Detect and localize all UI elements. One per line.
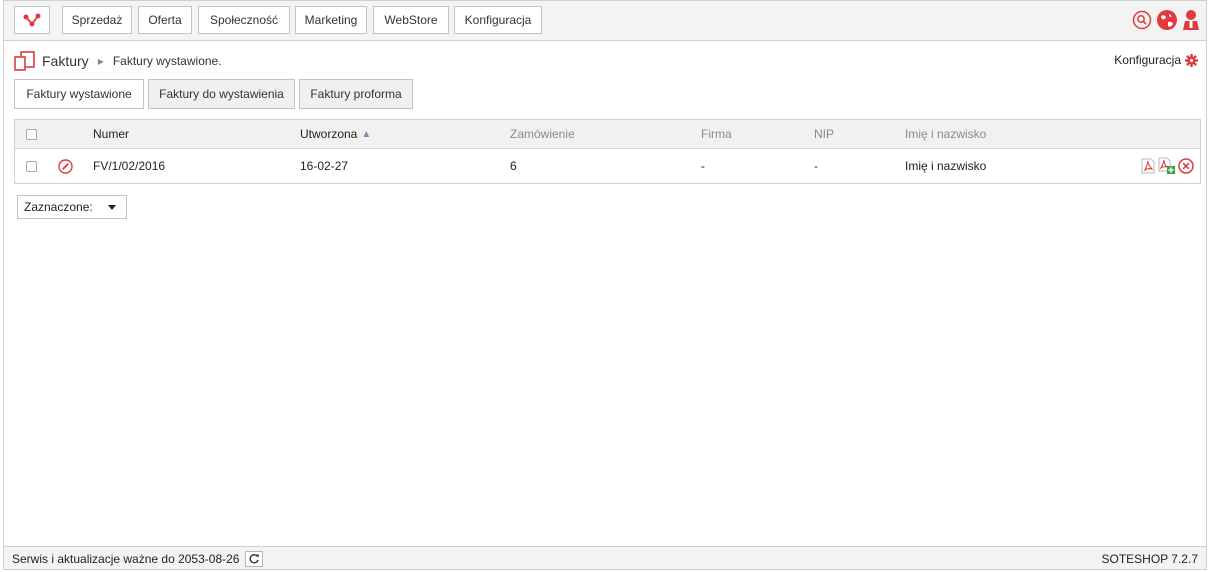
table-header: Numer Utworzona ▲ Zamówienie Firma NIP I…: [15, 120, 1200, 149]
logo-icon: [23, 13, 41, 27]
nav-icon-group: [1132, 9, 1200, 31]
column-header-utworzona-label: Utworzona: [300, 127, 358, 141]
column-header-imie-nazwisko: Imię i nazwisko: [905, 127, 987, 141]
nav-spolecznosc[interactable]: Społeczność: [198, 6, 290, 34]
app-frame: Sprzedaż Oferta Społeczność Marketing We…: [3, 0, 1207, 570]
breadcrumb-title[interactable]: Faktury: [42, 53, 89, 69]
nav-oferta[interactable]: Oferta: [138, 6, 192, 34]
breadcrumb-current: Faktury wystawione.: [112, 54, 222, 68]
nav-webstore[interactable]: WebStore: [373, 6, 449, 34]
column-header-utworzona[interactable]: Utworzona ▲: [300, 120, 371, 148]
invoices-table: Numer Utworzona ▲ Zamówienie Firma NIP I…: [14, 119, 1201, 184]
cell-utworzona: 16-02-27: [300, 159, 349, 173]
cell-numer[interactable]: FV/1/02/2016: [93, 149, 165, 183]
cell-imie-nazwisko: Imię i nazwisko: [905, 159, 987, 173]
nav-konfiguracja[interactable]: Konfiguracja: [454, 6, 542, 34]
tab-faktury-wystawione[interactable]: Faktury wystawione: [14, 79, 144, 109]
breadcrumb-arrow-icon: ▶: [97, 56, 104, 66]
status-bar: Serwis i aktualizacje ważne do 2053-08-2…: [4, 546, 1206, 569]
pdf-icon[interactable]: [1141, 158, 1155, 174]
column-header-nip: NIP: [814, 127, 835, 141]
column-header-zamowienie: Zamówienie: [510, 127, 575, 141]
row-checkbox[interactable]: [26, 160, 37, 172]
config-link-label: Konfiguracja: [1114, 53, 1181, 67]
user-icon[interactable]: [1182, 9, 1200, 31]
select-all-checkbox[interactable]: [26, 128, 37, 140]
cell-nip: -: [814, 159, 818, 173]
service-info: Serwis i aktualizacje ważne do 2053-08-2…: [12, 551, 264, 567]
search-icon[interactable]: [1132, 10, 1152, 30]
edit-icon[interactable]: [58, 158, 73, 174]
config-link[interactable]: Konfiguracja: [1114, 53, 1198, 67]
cell-firma: -: [701, 159, 705, 173]
row-actions: [1141, 157, 1194, 174]
breadcrumb: Faktury ▶ Faktury wystawione.: [14, 51, 222, 71]
chevron-down-icon: [108, 205, 116, 210]
column-header-numer[interactable]: Numer: [93, 120, 129, 148]
table-row[interactable]: FV/1/02/2016 16-02-27 6 - - Imię i nazwi…: [15, 149, 1200, 183]
select-all-cell: [26, 120, 37, 148]
sort-ascending-icon: ▲: [361, 128, 372, 140]
refresh-button[interactable]: [245, 551, 264, 567]
bulk-action-label: Zaznaczone:: [24, 200, 93, 214]
tab-faktury-do-wystawienia[interactable]: Faktury do wystawienia: [148, 79, 295, 109]
gear-icon: [1185, 53, 1198, 67]
service-validity-text: Serwis i aktualizacje ważne do 2053-08-2…: [12, 552, 240, 566]
cell-zamowienie: 6: [510, 159, 517, 173]
version-label: SOTESHOP 7.2.7: [1101, 552, 1199, 566]
column-header-firma: Firma: [701, 127, 732, 141]
nav-sprzedaz[interactable]: Sprzedaż: [62, 6, 132, 34]
tab-faktury-proforma[interactable]: Faktury proforma: [299, 79, 413, 109]
row-select-cell: [26, 149, 37, 183]
home-logo-button[interactable]: [14, 6, 50, 34]
top-nav: Sprzedaż Oferta Społeczność Marketing We…: [4, 1, 1206, 41]
edit-cell: [58, 149, 73, 183]
documents-icon: [14, 51, 35, 71]
pdf-export-icon[interactable]: [1158, 157, 1175, 174]
refresh-icon: [249, 554, 260, 564]
delete-icon[interactable]: [1178, 157, 1194, 174]
bulk-action-select[interactable]: Zaznaczone:: [17, 195, 127, 219]
globe-icon[interactable]: [1156, 9, 1178, 31]
nav-marketing[interactable]: Marketing: [295, 6, 367, 34]
